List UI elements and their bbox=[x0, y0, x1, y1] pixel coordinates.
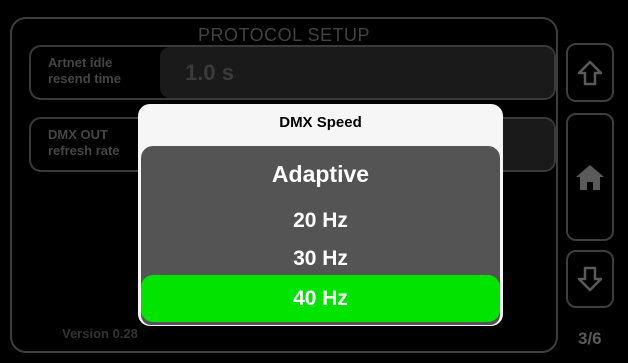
page-indicator: 3/6 bbox=[578, 329, 602, 348]
option-30hz[interactable]: 30 Hz bbox=[141, 247, 500, 271]
option-list: Adaptive 20 Hz 30 Hz 40 Hz bbox=[141, 146, 500, 325]
setting-value-field[interactable]: 1.0 s bbox=[160, 47, 554, 98]
dialog-title: DMX Speed bbox=[279, 114, 362, 131]
arrow-up-icon bbox=[577, 60, 603, 86]
option-adaptive[interactable]: Adaptive bbox=[141, 161, 500, 188]
option-40hz-selected[interactable]: 40 Hz bbox=[141, 275, 500, 322]
scroll-down-button[interactable] bbox=[566, 250, 614, 308]
scroll-up-button[interactable] bbox=[566, 43, 614, 102]
home-button[interactable] bbox=[566, 113, 614, 241]
option-20hz[interactable]: 20 Hz bbox=[141, 209, 500, 233]
version-label: Version 0.28 bbox=[62, 326, 138, 341]
setting-label: Artnet idle resend time bbox=[48, 55, 121, 86]
setting-value: 1.0 s bbox=[185, 60, 234, 85]
arrow-down-icon bbox=[577, 266, 603, 292]
dmx-speed-dialog: DMX Speed Adaptive 20 Hz 30 Hz 40 Hz bbox=[138, 104, 503, 326]
screen-title: PROTOCOL SETUP bbox=[194, 25, 374, 45]
setting-row-artnet-idle[interactable]: Artnet idle resend time 1.0 s bbox=[29, 45, 556, 100]
home-icon bbox=[575, 163, 605, 191]
